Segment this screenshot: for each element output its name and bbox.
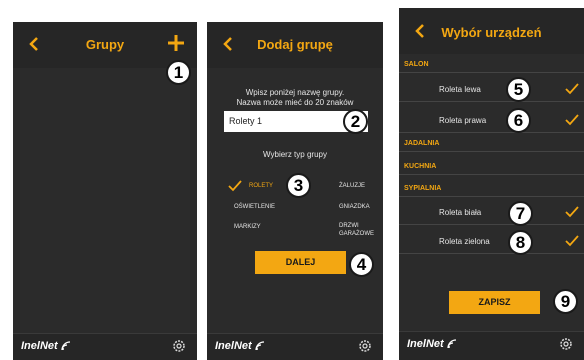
type-option-drzwi-line1: DRZWI — [339, 223, 359, 229]
device-row-roleta-biala[interactable]: Roleta biała — [399, 201, 584, 225]
wifi-signal-icon — [255, 341, 264, 351]
section-sypialnia: SYPIALNIA — [399, 180, 584, 197]
plus-icon[interactable] — [165, 32, 187, 54]
header: Wybór urządzeń — [399, 8, 584, 54]
callout-badge: 5 — [506, 77, 531, 102]
device-label: Roleta prawa — [439, 116, 487, 125]
gear-icon[interactable] — [558, 336, 574, 352]
wifi-signal-icon — [61, 341, 70, 351]
logo-text: InelNet — [215, 340, 252, 352]
device-label: Roleta zielona — [439, 237, 490, 246]
device-row-roleta-zielona[interactable]: Roleta zielona — [399, 230, 584, 254]
footer: InelNet — [207, 333, 383, 360]
type-option-drzwi-line2: GARAŻOWE — [339, 231, 375, 237]
type-option-gniazdka[interactable]: GNIAZDKA — [339, 203, 370, 211]
footer: InelNet — [13, 333, 197, 360]
logo-text: InelNet — [21, 340, 58, 352]
device-label: Roleta lewa — [439, 85, 481, 94]
type-option-drzwi-garazowe[interactable]: DRZWI GARAŻOWE — [339, 222, 374, 238]
instruction-line-2: Nazwa może mieć do 20 znaków — [236, 98, 354, 107]
device-row-roleta-lewa[interactable]: Roleta lewa — [399, 78, 584, 102]
callout-badge: 2 — [343, 109, 368, 134]
logo-text: InelNet — [407, 338, 444, 350]
type-option-markizy[interactable]: MARKIZY — [234, 223, 261, 231]
header: Dodaj grupę — [207, 22, 383, 68]
wifi-signal-icon — [447, 339, 456, 349]
group-type-title: Wybierz typ grupy — [263, 150, 327, 159]
checkmark-icon — [565, 83, 579, 95]
instruction-text: Wpisz poniżej nazwę grupy. Nazwa może mi… — [207, 88, 383, 108]
callout-badge: 4 — [349, 252, 374, 277]
inelnet-logo: InelNet — [21, 340, 73, 352]
screen-add-group: Dodaj grupę Wpisz poniżej nazwę grupy. N… — [207, 22, 383, 360]
gear-icon[interactable] — [357, 338, 373, 354]
inelnet-logo: InelNet — [215, 340, 267, 352]
screen-groups: Grupy 1 InelNet — [13, 22, 197, 360]
checkmark-icon — [228, 180, 242, 192]
page-title: Dodaj grupę — [257, 37, 333, 52]
callout-badge: 6 — [506, 108, 531, 133]
checkmark-icon — [565, 206, 579, 218]
instruction-line-1: Wpisz poniżej nazwę grupy. — [245, 88, 345, 97]
callout-badge: 7 — [508, 201, 533, 226]
checkmark-icon — [565, 235, 579, 247]
type-option-rolety[interactable]: ROLETY — [249, 182, 273, 190]
gear-icon[interactable] — [171, 338, 187, 354]
callout-badge: 9 — [553, 289, 578, 314]
type-option-oswietlenie[interactable]: OŚWIETLENIE — [234, 203, 275, 211]
save-button[interactable]: ZAPISZ — [449, 291, 540, 314]
header: Grupy — [13, 22, 197, 68]
checkmark-icon — [565, 114, 579, 126]
section-kuchnia: KUCHNIA — [399, 158, 584, 175]
section-salon: SALON — [399, 56, 584, 73]
callout-badge: 1 — [166, 60, 191, 85]
inelnet-logo: InelNet — [407, 338, 459, 350]
callout-badge: 8 — [508, 230, 533, 255]
callout-badge: 3 — [286, 173, 311, 198]
screen-device-selection: Wybór urządzeń SALON Roleta lewa 5 Rolet… — [399, 8, 584, 360]
next-button[interactable]: DALEJ — [255, 251, 346, 274]
page-title: Wybór urządzeń — [441, 25, 542, 40]
section-jadalnia: JADALNIA — [399, 135, 584, 152]
type-option-zaluzje[interactable]: ŻALUZJE — [339, 182, 365, 190]
device-label: Roleta biała — [439, 208, 482, 217]
device-row-roleta-prawa[interactable]: Roleta prawa — [399, 109, 584, 133]
footer: InelNet — [399, 331, 584, 360]
